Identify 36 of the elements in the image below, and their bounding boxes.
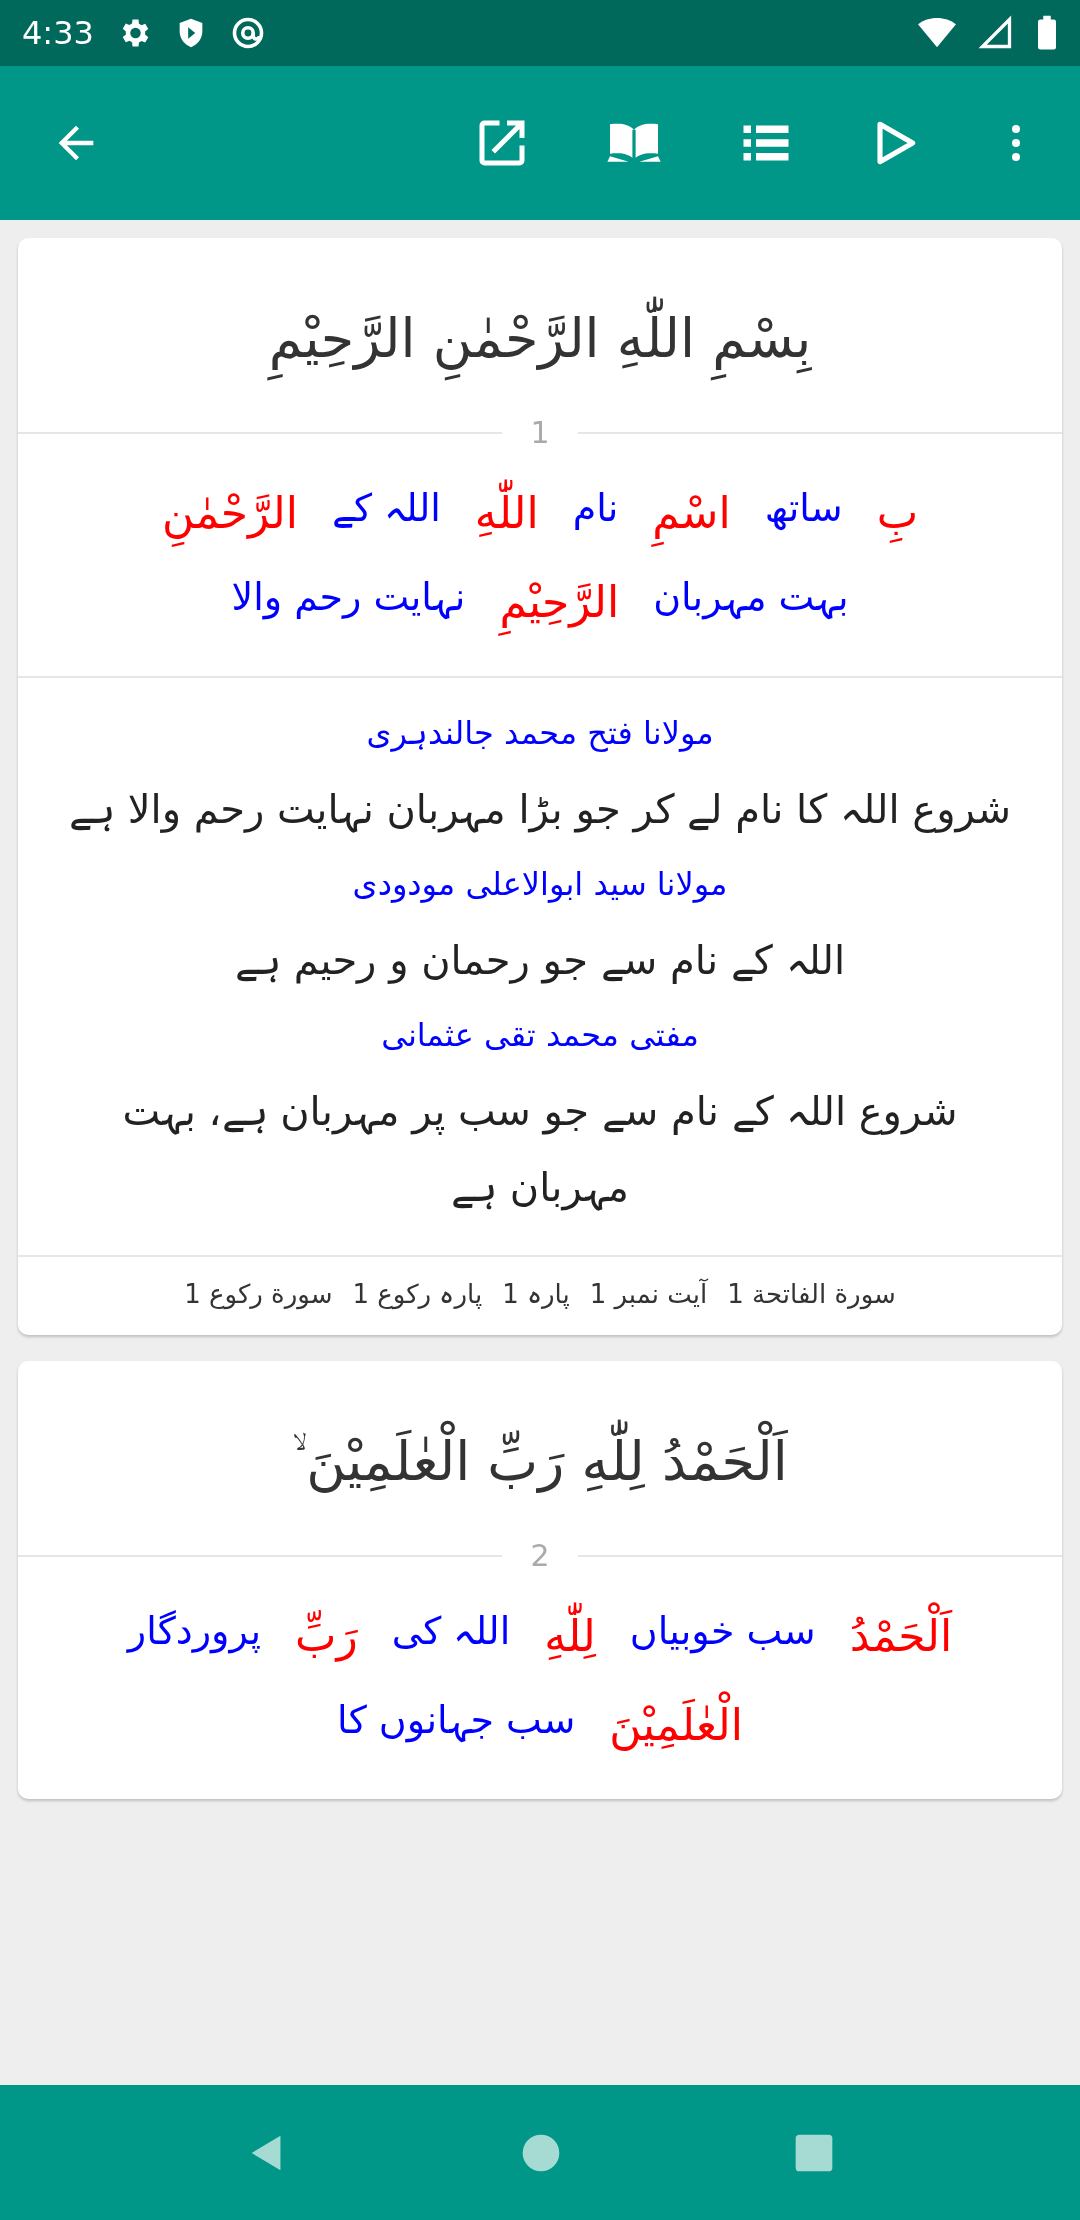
arabic-word: رَبِّ bbox=[294, 1609, 358, 1664]
status-time: 4:33 bbox=[22, 14, 94, 52]
urdu-meaning: نام bbox=[572, 485, 619, 532]
arabic-word: اللّٰهِ bbox=[474, 476, 539, 551]
arabic-word: الرَّحِيْمِ bbox=[499, 564, 620, 640]
arabic-word: لِلّٰهِ bbox=[544, 1599, 596, 1674]
arabic-verse: بِسْمِ اللّٰهِ الرَّحْمٰنِ الرَّحِيْمِ bbox=[18, 238, 1062, 415]
urdu-meaning: پروردگار bbox=[127, 1608, 261, 1656]
urdu-meaning: بہت مہربان bbox=[653, 573, 849, 622]
urdu-meaning: اللہ کے bbox=[331, 485, 441, 532]
translator-name: مولانا سید ابوالاعلی مودودی bbox=[352, 863, 728, 905]
urdu-meaning: نہایت رحم والا bbox=[231, 573, 466, 622]
reference-label: پارہ 1 bbox=[502, 1279, 570, 1310]
arabic-word: اَلْحَمْدُ bbox=[849, 1599, 953, 1674]
verse-number: 1 bbox=[529, 415, 551, 450]
translator-name: مولانا فتح محمد جالندہری bbox=[366, 712, 714, 754]
translator-name: مفتی محمد تقی عثمانی bbox=[381, 1014, 699, 1056]
urdu-meaning: اللہ کی bbox=[391, 1608, 511, 1656]
reference-label: سورة رکوع 1 bbox=[184, 1279, 333, 1310]
reference-label: سورة الفاتحة 1 bbox=[727, 1279, 896, 1310]
urdu-meaning: ساتھ bbox=[764, 485, 843, 532]
translation-text: اللہ کے نام سے جو رحمان و رحیم ہے bbox=[234, 935, 846, 986]
signal-icon bbox=[978, 15, 1014, 51]
translation-text: شروع اللہ کا نام لے کر جو بڑا مہربان نہایت رحم والا ہے bbox=[69, 784, 1012, 835]
translation-text: شروع اللہ کے نام سے جو سب پر مہربان ہے، بہت مہربان ہے bbox=[121, 1087, 959, 1213]
reference-label: پارہ رکوع 1 bbox=[352, 1279, 483, 1310]
reference-label: آیت نمبر 1 bbox=[589, 1279, 708, 1310]
arabic-verse: اَلْحَمْدُ لِلّٰهِ رَبِّ الْعٰلَمِيْنَ ۙ bbox=[18, 1361, 1062, 1539]
urdu-meaning: سب جہانوں کا bbox=[337, 1696, 576, 1745]
battery-icon bbox=[1036, 15, 1058, 51]
arabic-word: الرَّحْمٰنِ bbox=[161, 476, 298, 551]
arabic-word: اسْمِ bbox=[652, 476, 731, 551]
arabic-word: بِ bbox=[876, 476, 919, 551]
verse-number: 2 bbox=[529, 1538, 551, 1574]
arabic-word: الْعٰلَمِيْنَ bbox=[609, 1687, 743, 1763]
urdu-meaning: سب خوبیاں bbox=[629, 1608, 816, 1656]
